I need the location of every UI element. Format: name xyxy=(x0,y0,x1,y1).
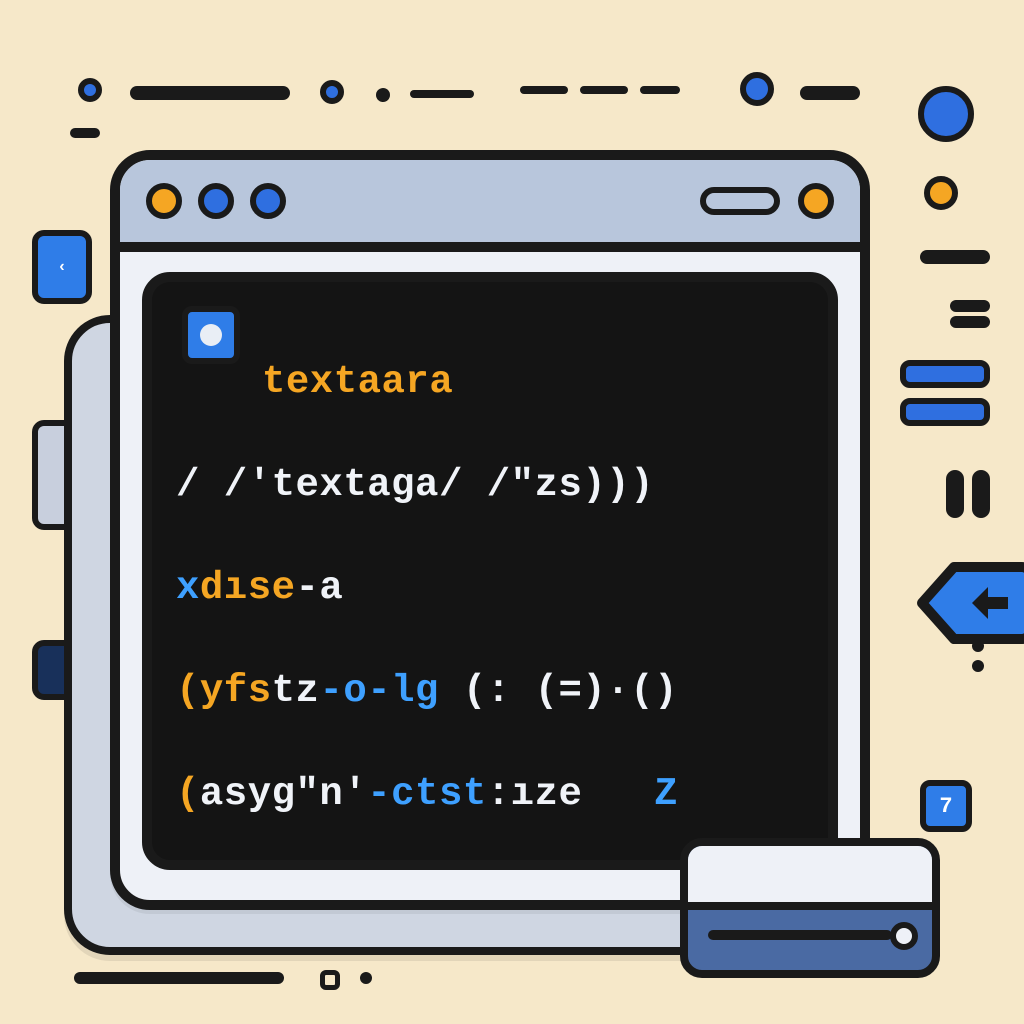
code-token: -ctst xyxy=(367,772,487,816)
mini-panel-top xyxy=(688,846,932,910)
deco-dot-icon xyxy=(740,72,774,106)
code-token: dıse xyxy=(200,566,296,610)
mini-panel-knob-icon[interactable] xyxy=(890,922,918,950)
deco-dash-icon xyxy=(580,86,628,94)
deco-dash-icon xyxy=(972,470,990,518)
traffic-light-icon[interactable] xyxy=(250,183,286,219)
minimize-pill-icon[interactable] xyxy=(700,187,780,215)
code-token: -a xyxy=(296,566,344,610)
tag-arrow-icon[interactable] xyxy=(914,555,1024,651)
deco-pill-icon xyxy=(900,398,990,426)
deco-dot-icon xyxy=(972,660,984,672)
code-token: textaara xyxy=(262,360,453,404)
deco-dash-icon xyxy=(640,86,680,94)
code-token: ))) xyxy=(582,463,654,507)
deco-dash-icon xyxy=(520,86,568,94)
code-token: :ıze xyxy=(487,772,654,816)
code-token: x xyxy=(176,566,200,610)
mini-panel-track-icon xyxy=(708,930,892,940)
deco-dot-icon xyxy=(376,88,390,102)
code-token: tz xyxy=(272,669,320,713)
code-token: Z xyxy=(654,772,678,816)
code-token: asyg"n' xyxy=(200,772,367,816)
deco-dash-icon xyxy=(946,470,964,518)
deco-square-icon xyxy=(320,970,340,990)
code-token: ( xyxy=(176,669,200,713)
code-token: / /"zs xyxy=(439,463,582,507)
deco-dot-icon xyxy=(320,80,344,104)
code-token: ( xyxy=(176,772,200,816)
traffic-light-icon[interactable] xyxy=(798,183,834,219)
deco-dot-icon xyxy=(78,78,102,102)
titlebar[interactable] xyxy=(120,160,860,252)
code-token: (=)·() xyxy=(511,669,678,713)
code-token: (: xyxy=(463,669,511,713)
app-window: textaara / /'textaga/ /"zs))) xdıse-a (y… xyxy=(110,150,870,910)
deco-dot-icon xyxy=(918,86,974,142)
code-token: -o-lg xyxy=(319,669,462,713)
right-badge[interactable]: 7 xyxy=(920,780,972,832)
code-token: / /' xyxy=(176,463,272,507)
deco-dash-icon xyxy=(920,250,990,264)
deco-dot-icon xyxy=(360,972,372,984)
chevron-left-icon: ‹ xyxy=(57,258,67,276)
deco-dash-icon xyxy=(74,972,284,984)
deco-dash-icon xyxy=(950,300,990,312)
traffic-light-icon[interactable] xyxy=(198,183,234,219)
deco-dash-icon xyxy=(950,316,990,328)
deco-dot-icon xyxy=(924,176,958,210)
deco-dash-icon xyxy=(410,90,474,98)
deco-pill-icon xyxy=(900,360,990,388)
code-editor[interactable]: textaara / /'textaga/ /"zs))) xdıse-a (y… xyxy=(142,272,838,870)
code-token: textaga xyxy=(272,463,439,507)
titlebar-right xyxy=(700,183,834,219)
side-tab[interactable]: ‹ xyxy=(32,230,92,304)
deco-dash-icon xyxy=(70,128,100,138)
traffic-light-icon[interactable] xyxy=(146,183,182,219)
mini-panel[interactable] xyxy=(680,838,940,978)
code-content: textaara / /'textaga/ /"zs))) xdıse-a (y… xyxy=(176,306,810,838)
window-controls xyxy=(146,183,286,219)
deco-dash-icon xyxy=(130,86,290,100)
right-badge-label: 7 xyxy=(939,794,952,819)
code-token: yfs xyxy=(200,669,272,713)
deco-dash-icon xyxy=(800,86,860,100)
